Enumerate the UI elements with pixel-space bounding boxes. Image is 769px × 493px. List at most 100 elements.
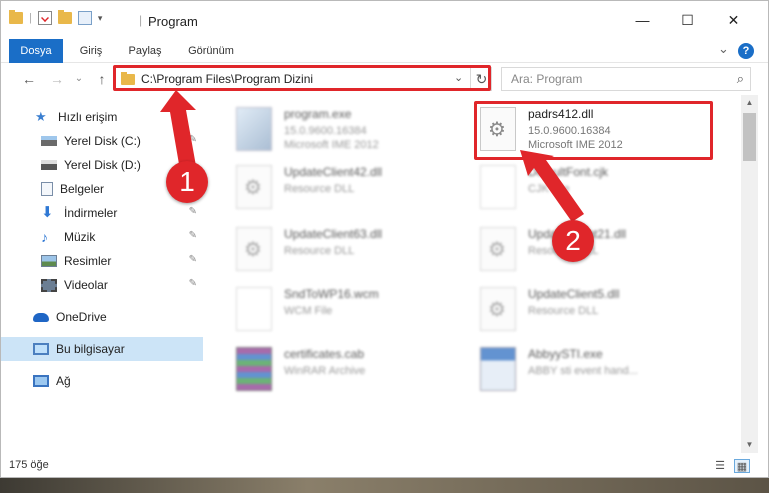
customize-qat-icon[interactable] — [77, 11, 92, 25]
tiles-view-icon[interactable]: ▦ — [734, 459, 750, 473]
file-type: WCM File — [284, 305, 333, 317]
pin-icon: ✎ — [188, 230, 197, 241]
maximize-button[interactable]: ☐ — [665, 1, 710, 39]
scroll-thumb[interactable] — [743, 113, 756, 161]
file-icon — [480, 165, 516, 209]
search-input[interactable]: Ara: Program ⌕ — [501, 67, 751, 91]
qat-dropdown-icon[interactable]: ▾ — [98, 13, 103, 24]
title-separator: | — [139, 13, 143, 27]
sidebar-item-label: OneDrive — [56, 310, 107, 324]
file-item-sndtowp16-wcm[interactable]: SndToWP16.wcm WCM File — [236, 283, 476, 338]
file-item-abbyysti-exe[interactable]: AbbyySTI.exe ABBY sti event hand... — [480, 343, 720, 398]
tab-file[interactable]: Dosya — [9, 39, 63, 63]
file-name: DefaultFont.cjk — [528, 165, 609, 179]
file-icon — [236, 287, 272, 331]
file-name: UpdateClient5.dll — [528, 287, 620, 301]
ribbon: Dosya Giriş Paylaş Görünüm ⌄ ? — [1, 39, 768, 63]
sidebar-item-downloads[interactable]: ⬇ İndirmeler ✎ — [1, 201, 203, 225]
window-title: Program — [148, 14, 198, 29]
network-icon — [33, 375, 49, 387]
sidebar-item-videos[interactable]: Videolar ✎ — [1, 273, 203, 297]
sidebar-item-label: Yerel Disk (D:) — [64, 158, 141, 172]
properties-icon[interactable] — [37, 11, 52, 25]
download-icon: ⬇ — [41, 204, 54, 221]
sidebar-item-onedrive[interactable]: OneDrive — [1, 305, 203, 329]
file-item-updateclient21-dll[interactable]: UpdateClient21.dll Resource DLL — [480, 223, 720, 278]
file-type: Resource DLL — [528, 305, 599, 317]
file-item-certificates-cab[interactable]: certificates.cab WinRAR Archive — [236, 343, 476, 398]
file-type: ABBY sti event hand... — [528, 365, 638, 377]
pin-icon: ✎ — [188, 278, 197, 289]
address-bar-highlight — [113, 65, 491, 91]
sidebar-item-label: Yerel Disk (C:) — [64, 134, 141, 148]
file-item-updateclient63-dll[interactable]: UpdateClient63.dll Resource DLL — [236, 223, 476, 278]
sidebar-item-this-pc[interactable]: Bu bilgisayar — [1, 337, 203, 361]
file-item-defaultfont-cjk[interactable]: DefaultFont.cjk CJK File — [480, 161, 720, 216]
dll-icon — [480, 227, 516, 271]
vertical-scrollbar[interactable]: ▲ ▼ — [741, 95, 758, 453]
exe-icon — [236, 107, 272, 151]
qat-separator: | — [29, 12, 32, 24]
sidebar-item-label: Belgeler — [60, 182, 105, 196]
recent-locations-button[interactable]: ⌄ — [69, 69, 89, 89]
quick-access-toolbar: | ▾ — [9, 10, 103, 25]
dll-icon — [236, 165, 272, 209]
details-view-icon[interactable]: ☰ — [712, 459, 728, 473]
item-count: 175 öğe — [9, 459, 49, 471]
pin-icon: ✎ — [188, 254, 197, 265]
help-icon[interactable]: ? — [738, 43, 754, 59]
up-button[interactable]: ↑ — [92, 69, 112, 89]
navigation-pane: ★ Hızlı erişim Yerel Disk (C:) ✎ Yerel D… — [1, 95, 206, 453]
tab-home[interactable]: Giriş — [69, 39, 113, 63]
ribbon-expand-icon[interactable]: ⌄ — [718, 41, 729, 57]
pin-icon: ✎ — [188, 134, 197, 145]
file-name: certificates.cab — [284, 347, 365, 361]
sidebar-item-label: Resimler — [64, 254, 112, 268]
cloud-icon — [33, 312, 49, 322]
star-icon: ★ — [35, 109, 47, 124]
scroll-up-icon[interactable]: ▲ — [741, 95, 758, 111]
tab-view[interactable]: Görünüm — [178, 39, 244, 63]
sidebar-item-local-disk-c[interactable]: Yerel Disk (C:) ✎ — [1, 129, 203, 153]
sidebar-item-label: Ağ — [56, 374, 71, 388]
dll-icon — [236, 227, 272, 271]
sidebar-item-label: Bu bilgisayar — [56, 342, 125, 356]
file-type: WinRAR Archive — [284, 365, 366, 377]
forward-button[interactable]: → — [47, 69, 67, 89]
file-highlight — [474, 101, 713, 160]
close-button[interactable]: ✕ — [711, 1, 756, 39]
minimize-button[interactable]: — — [620, 1, 665, 39]
sidebar-item-label: Videolar — [64, 278, 108, 292]
computer-icon — [33, 343, 49, 355]
search-placeholder: Ara: Program — [511, 72, 583, 86]
sidebar-item-pictures[interactable]: Resimler ✎ — [1, 249, 203, 273]
dll-icon — [480, 287, 516, 331]
sidebar-item-quick-access[interactable]: ★ Hızlı erişim — [1, 105, 203, 129]
pictures-icon — [41, 255, 57, 267]
sidebar-item-label: Hızlı erişim — [58, 110, 118, 124]
drive-icon — [41, 136, 57, 146]
sidebar-item-label: Müzik — [64, 230, 96, 244]
close-icon: ✕ — [727, 11, 740, 28]
sidebar-item-music[interactable]: ♪ Müzik ✎ — [1, 225, 203, 249]
sidebar-item-network[interactable]: Ağ — [1, 369, 203, 393]
file-version: 15.0.9600.16384 — [284, 125, 367, 137]
callout-badge-2: 2 — [552, 220, 594, 262]
videos-icon — [41, 278, 57, 292]
sidebar-item-label: İndirmeler — [64, 206, 118, 220]
pin-icon: ✎ — [188, 206, 197, 217]
file-name: SndToWP16.wcm — [284, 287, 379, 301]
new-folder-icon[interactable] — [57, 10, 72, 24]
back-button[interactable]: ← — [19, 69, 39, 89]
scroll-down-icon[interactable]: ▼ — [741, 437, 758, 453]
file-item-program-exe[interactable]: program.exe 15.0.9600.16384 Microsoft IM… — [236, 103, 476, 158]
tab-share[interactable]: Paylaş — [119, 39, 171, 63]
archive-icon — [236, 347, 272, 391]
desktop-background — [0, 478, 769, 493]
callout-badge-1: 1 — [166, 161, 208, 203]
folder-icon — [9, 10, 23, 24]
file-item-updateclient42-dll[interactable]: UpdateClient42.dll Resource DLL — [236, 161, 476, 216]
file-item-updateclient5-dll[interactable]: UpdateClient5.dll Resource DLL — [480, 283, 720, 338]
drive-icon — [41, 160, 57, 170]
title-bar: | ▾ | Program — ☐ ✕ — [1, 1, 768, 39]
